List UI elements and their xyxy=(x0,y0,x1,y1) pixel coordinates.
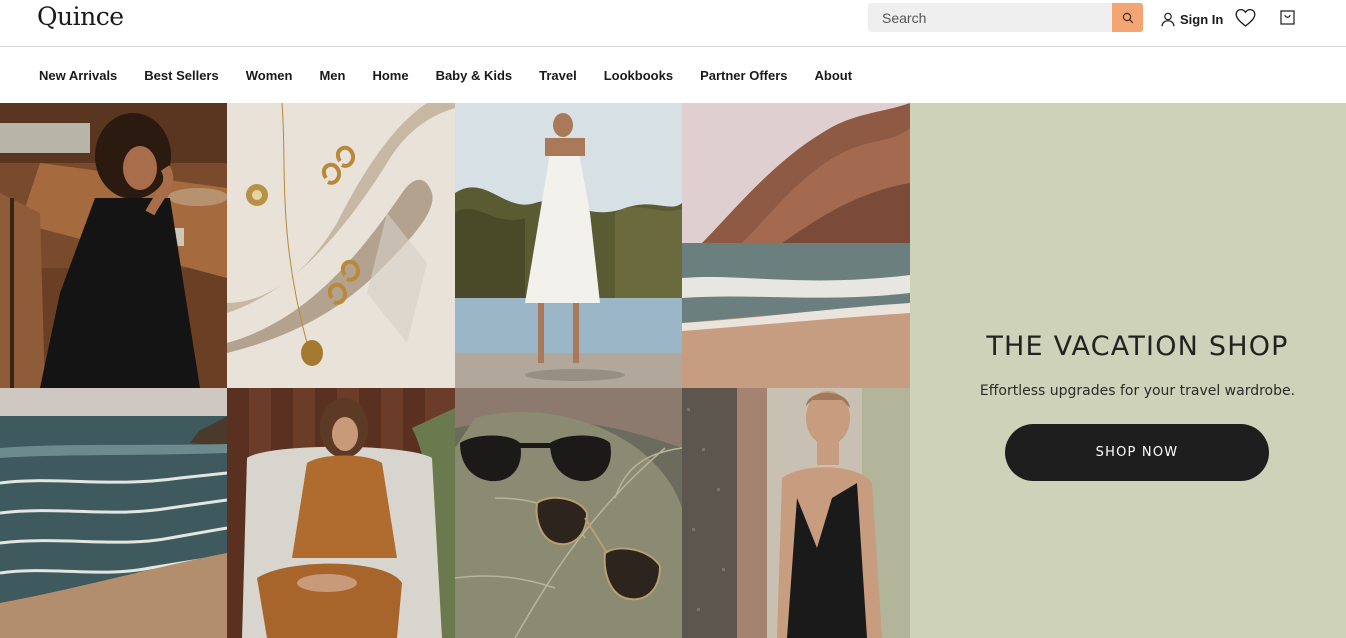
nav-about[interactable]: About xyxy=(815,68,853,83)
search-icon xyxy=(1122,12,1133,23)
site-header: Quince Sign In xyxy=(0,0,1346,47)
heart-icon[interactable] xyxy=(1235,8,1256,28)
nav-men[interactable]: Men xyxy=(319,68,345,83)
nav-travel[interactable]: Travel xyxy=(539,68,577,83)
photo-gold-jewelry[interactable] xyxy=(227,103,455,388)
nav-lookbooks[interactable]: Lookbooks xyxy=(604,68,673,83)
quince-logo[interactable]: Quince xyxy=(37,2,124,31)
user-icon xyxy=(1161,12,1175,26)
search-input[interactable] xyxy=(868,3,1112,32)
vacation-shop-panel: THE VACATION SHOP Effortless upgrades fo… xyxy=(910,103,1346,638)
photo-woman-rust-set[interactable] xyxy=(227,388,455,638)
photo-woman-white-dress[interactable] xyxy=(455,103,682,388)
nav-home[interactable]: Home xyxy=(372,68,408,83)
photo-woman-at-table[interactable] xyxy=(0,103,227,388)
nav-women[interactable]: Women xyxy=(246,68,293,83)
shopping-bag-icon[interactable] xyxy=(1279,8,1296,27)
nav-best-sellers[interactable]: Best Sellers xyxy=(144,68,218,83)
photo-sunglasses-on-leaf[interactable] xyxy=(455,388,682,638)
search-box xyxy=(868,3,1143,32)
hero-title: THE VACATION SHOP xyxy=(986,331,1289,362)
photo-ocean-waves[interactable] xyxy=(0,388,227,638)
sign-in-link[interactable]: Sign In xyxy=(1161,9,1223,29)
main-nav: New Arrivals Best Sellers Women Men Home… xyxy=(0,47,1346,103)
sign-in-label: Sign In xyxy=(1180,11,1224,27)
photo-rocky-coast[interactable] xyxy=(682,103,910,388)
shop-now-button[interactable]: SHOP NOW xyxy=(1005,424,1269,481)
photo-woman-black-swimsuit[interactable] xyxy=(682,388,910,638)
hero-subtitle: Effortless upgrades for your travel ward… xyxy=(979,383,1296,399)
nav-partner-offers[interactable]: Partner Offers xyxy=(700,68,787,83)
nav-baby-kids[interactable]: Baby & Kids xyxy=(436,68,513,83)
search-button[interactable] xyxy=(1112,3,1143,32)
hero-image-grid xyxy=(0,103,910,638)
nav-new-arrivals[interactable]: New Arrivals xyxy=(39,68,117,83)
